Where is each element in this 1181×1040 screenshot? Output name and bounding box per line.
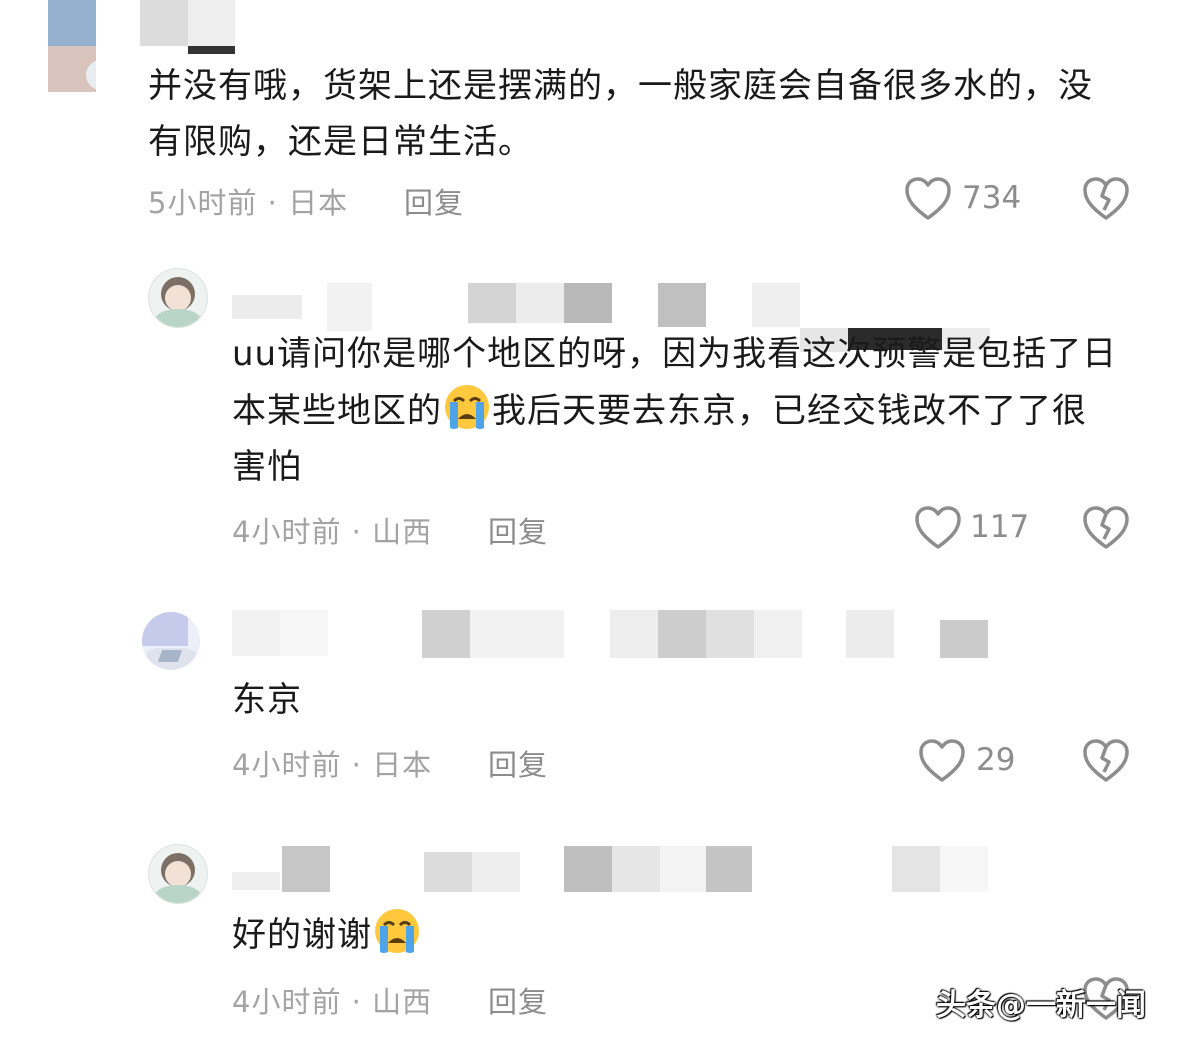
crying-face-emoji <box>372 906 422 956</box>
dislike-button[interactable] <box>1082 176 1130 222</box>
like-button[interactable] <box>904 176 952 222</box>
comment-text: 好的谢谢 <box>232 906 422 963</box>
broken-heart-icon <box>1083 739 1129 782</box>
broken-heart-icon <box>1083 506 1129 549</box>
comment-meta: 4小时前 · 山西 <box>232 515 433 549</box>
dislike-button[interactable] <box>1082 505 1130 551</box>
username-mosaic <box>232 283 802 331</box>
heart-outline-icon <box>905 177 951 220</box>
comment-meta: 4小时前 · 山西 <box>232 985 433 1019</box>
watermark: 头条@一新一闻 <box>936 988 1146 1023</box>
reply-button[interactable]: 回复 <box>488 742 548 784</box>
broken-heart-icon <box>1083 177 1129 220</box>
reply-button[interactable]: 回复 <box>404 180 464 222</box>
reply-button[interactable]: 回复 <box>488 509 548 551</box>
like-button[interactable] <box>914 505 962 551</box>
like-count: 734 <box>962 180 1022 216</box>
like-button[interactable] <box>918 738 966 784</box>
username-mosaic <box>232 846 992 894</box>
dislike-button[interactable] <box>1082 738 1130 784</box>
like-count: 29 <box>976 742 1016 778</box>
comment-text: 东京 <box>232 680 302 720</box>
comment-text: uu请问你是哪个地区的呀，因为我看这次预警是包括了日 本某些地区的 我后天要去东京… <box>232 334 1118 487</box>
avatar[interactable] <box>142 612 200 670</box>
reply-button[interactable]: 回复 <box>488 979 548 1021</box>
comment-meta: 4小时前 · 日本 <box>232 748 433 782</box>
heart-outline-icon <box>919 739 965 782</box>
comment-text: 并没有哦，货架上还是摆满的，一般家庭会自备很多水的，没 有限购，还是日常生活。 <box>148 66 1093 162</box>
heart-outline-icon <box>915 506 961 549</box>
avatar[interactable] <box>148 268 208 328</box>
username-mosaic <box>140 0 235 54</box>
avatar[interactable] <box>48 0 96 92</box>
avatar[interactable] <box>148 844 208 904</box>
comment-meta: 5小时前 · 日本 <box>148 186 349 220</box>
crying-face-emoji <box>442 382 492 432</box>
like-count: 117 <box>970 509 1030 545</box>
username-mosaic <box>232 610 992 658</box>
